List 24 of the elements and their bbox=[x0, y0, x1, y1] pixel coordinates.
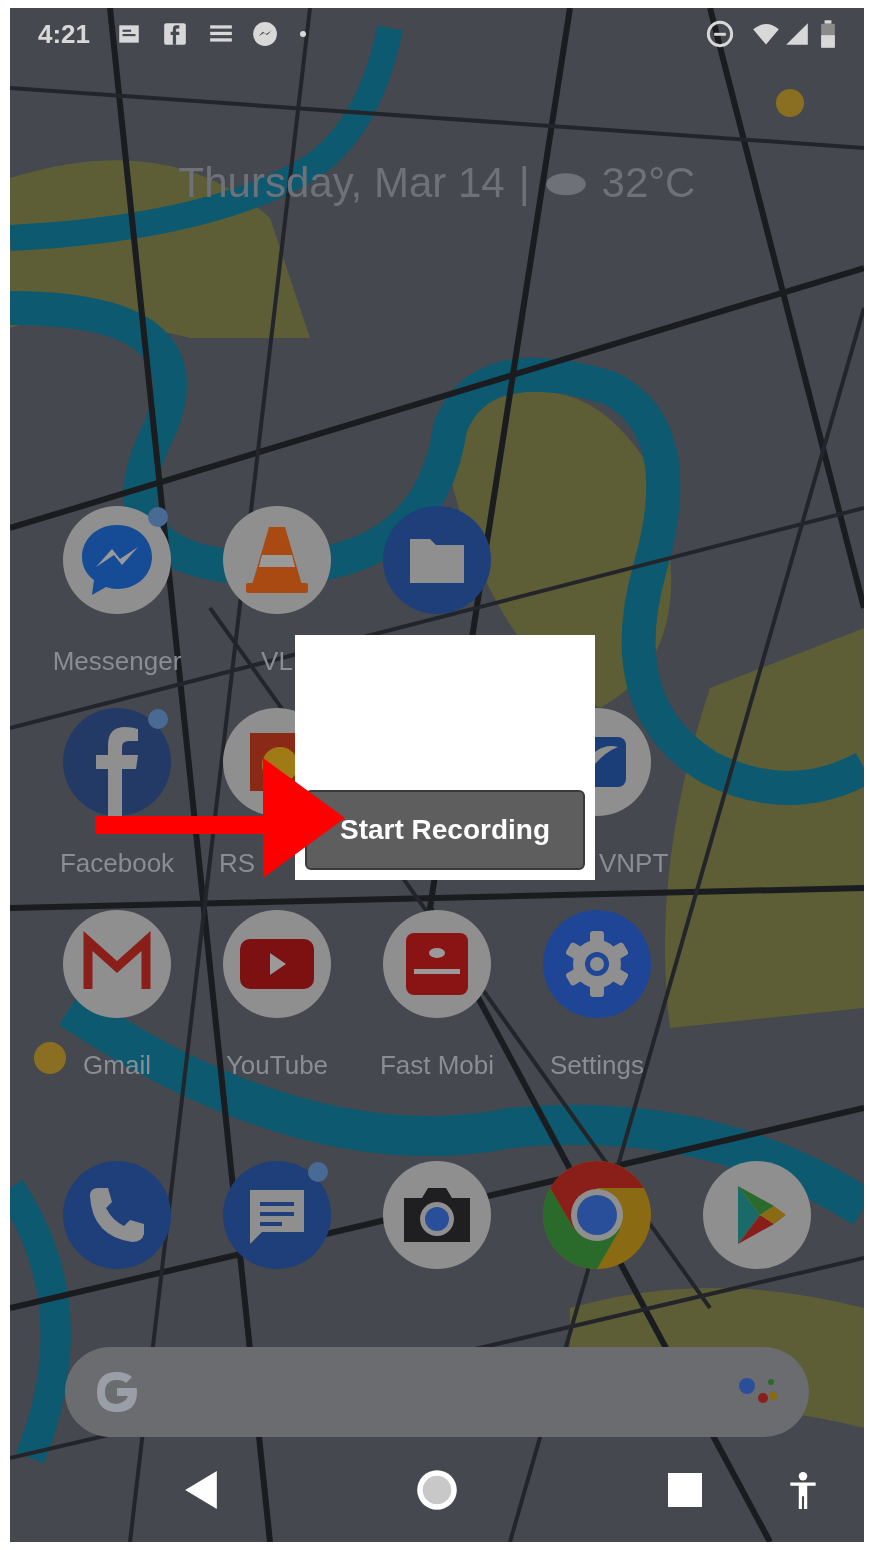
app-label: Facebook bbox=[59, 847, 175, 879]
recents-icon[interactable] bbox=[668, 1472, 702, 1507]
app-label: Fast Mobi bbox=[379, 1049, 495, 1081]
app-label: Gmail bbox=[83, 1049, 151, 1081]
clock: 4:21 bbox=[38, 17, 91, 51]
app-label: VNPT bbox=[599, 847, 669, 879]
back-icon[interactable] bbox=[185, 1470, 217, 1509]
chat-icon bbox=[222, 1160, 332, 1270]
app-label: Messenger bbox=[52, 645, 182, 677]
signal-icon bbox=[784, 21, 810, 47]
battery-icon bbox=[820, 20, 836, 48]
do-not-disturb-icon bbox=[706, 20, 734, 48]
messenger-icon bbox=[252, 21, 279, 47]
facebook-icon bbox=[162, 21, 189, 47]
app-label: YouTube bbox=[225, 1049, 329, 1081]
app-label: VL bbox=[261, 645, 293, 677]
messenger-icon bbox=[62, 505, 172, 615]
accessibility-icon[interactable] bbox=[790, 1470, 816, 1509]
facebook-icon bbox=[62, 707, 172, 817]
home-icon[interactable] bbox=[415, 1467, 459, 1512]
start-recording-button[interactable]: Start Recording bbox=[305, 790, 585, 870]
app-label: Settings bbox=[550, 1049, 644, 1081]
separator-text: | bbox=[518, 157, 530, 208]
app-label: RS bbox=[219, 847, 256, 879]
